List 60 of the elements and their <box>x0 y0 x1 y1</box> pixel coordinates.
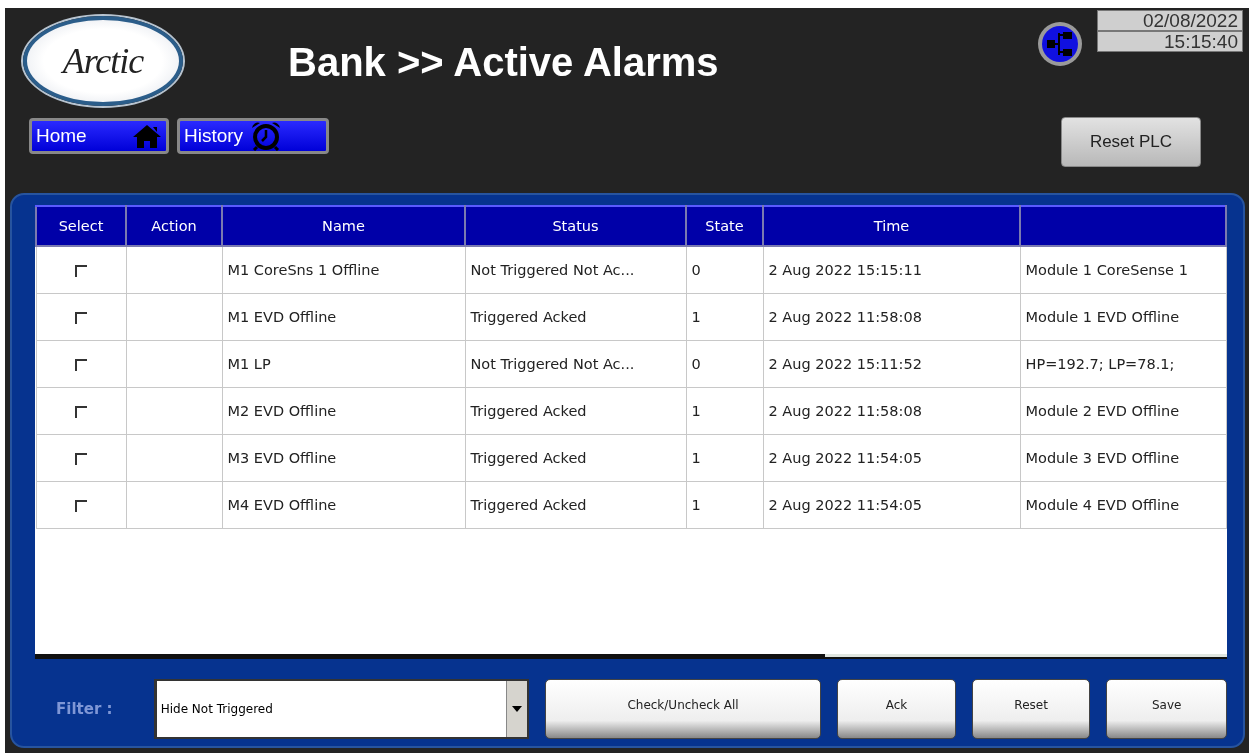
table-cell: 2 Aug 2022 11:54:05 <box>763 434 1020 482</box>
table-cell: Triggered Acked <box>465 481 686 529</box>
table-cell: M3 EVD Offline <box>222 434 465 482</box>
action-button[interactable]: Check/Uncheck All <box>544 679 822 739</box>
table-cell: 2 Aug 2022 11:58:08 <box>763 387 1020 435</box>
row-checkbox[interactable] <box>75 500 87 512</box>
filter-dropdown[interactable]: Hide Not Triggered <box>153 679 529 739</box>
table-cell: 1 <box>686 293 763 341</box>
table-cell: M4 EVD Offline <box>222 481 465 529</box>
table-cell: Triggered Acked <box>465 387 686 435</box>
table-cell: 2 Aug 2022 11:54:05 <box>763 481 1020 529</box>
history-button[interactable]: History <box>177 118 329 154</box>
row-checkbox[interactable] <box>75 453 87 465</box>
column-header[interactable]: Action <box>126 206 222 246</box>
network-icon[interactable] <box>1037 21 1083 67</box>
table-cell: HP=192.7; LP=78.1; <box>1020 340 1226 388</box>
filter-label: Filter : <box>55 700 114 718</box>
table-cell: Module 1 EVD Offline <box>1020 293 1226 341</box>
reset-plc-button[interactable]: Reset PLC <box>1061 117 1201 167</box>
logo-text: Arctic <box>62 40 144 82</box>
row-checkbox[interactable] <box>75 312 87 324</box>
table-cell: M1 CoreSns 1 Offline <box>222 246 465 294</box>
row-checkbox[interactable] <box>75 359 87 371</box>
scrollbar-thumb[interactable] <box>35 654 825 657</box>
column-header[interactable]: State <box>686 206 763 246</box>
row-checkbox[interactable] <box>75 265 87 277</box>
table-cell: 2 Aug 2022 11:58:08 <box>763 293 1020 341</box>
table-cell: 1 <box>686 481 763 529</box>
table-cell: M1 EVD Offline <box>222 293 465 341</box>
page-title: Bank >> Active Alarms <box>288 40 719 85</box>
column-header[interactable] <box>1020 206 1226 246</box>
action-button[interactable]: Ack <box>837 679 956 739</box>
table-cell: M2 EVD Offline <box>222 387 465 435</box>
action-button[interactable]: Save <box>1106 679 1227 739</box>
time-display: 15:15:40 <box>1097 31 1243 52</box>
table-cell: Triggered Acked <box>465 434 686 482</box>
table-cell: 1 <box>686 434 763 482</box>
column-header[interactable]: Select <box>36 206 126 246</box>
table-cell: 1 <box>686 387 763 435</box>
column-header[interactable]: Time <box>763 206 1020 246</box>
table-cell: Module 4 EVD Offline <box>1020 481 1226 529</box>
table-cell: Module 2 EVD Offline <box>1020 387 1226 435</box>
table-cell: 0 <box>686 246 763 294</box>
column-header[interactable]: Name <box>222 206 465 246</box>
table-cell: 2 Aug 2022 15:11:52 <box>763 340 1020 388</box>
table-cell: 0 <box>686 340 763 388</box>
house-icon <box>132 123 162 149</box>
dropdown-arrow-icon <box>511 706 522 712</box>
home-button[interactable]: Home <box>29 118 169 154</box>
table-cell: Module 1 CoreSense 1 <box>1020 246 1226 294</box>
table-cell: Module 3 EVD Offline <box>1020 434 1226 482</box>
column-header[interactable]: Status <box>465 206 686 246</box>
table-cell: M1 LP <box>222 340 465 388</box>
table-cell: Not Triggered Not Ac... <box>465 340 686 388</box>
action-button[interactable]: Reset <box>971 679 1091 739</box>
table-cell: 2 Aug 2022 15:15:11 <box>763 246 1020 294</box>
date-display: 02/08/2022 <box>1097 10 1243 31</box>
row-checkbox[interactable] <box>75 406 87 418</box>
table-cell: Not Triggered Not Ac... <box>465 246 686 294</box>
table-cell: Triggered Acked <box>465 293 686 341</box>
